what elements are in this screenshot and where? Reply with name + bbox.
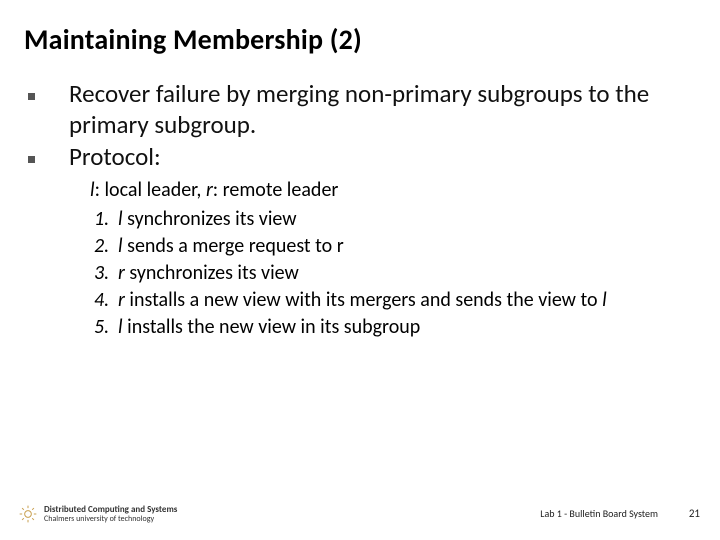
protocol-block: l: local leader, r: remote leader 1. l s…	[90, 177, 692, 341]
step-text: r installs a new view with its mergers a…	[118, 287, 692, 314]
step-text: r synchronizes its view	[118, 260, 692, 287]
logo-text: Distributed Computing and Systems Chalme…	[44, 505, 177, 523]
logo: Distributed Computing and Systems Chalme…	[18, 504, 177, 524]
step-5: 5. l installs the new view in its subgro…	[90, 314, 692, 341]
step-body: installs the new view in its subgroup	[127, 315, 420, 339]
step-prefix: l	[118, 315, 127, 339]
square-bullet-icon	[28, 156, 35, 163]
step-number: 2.	[90, 233, 118, 260]
step-number: 3.	[90, 260, 118, 287]
bullet-text: Recover failure by merging non-primary s…	[69, 79, 692, 140]
step-prefix: r	[118, 261, 129, 285]
step-3: 3. r synchronizes its view	[90, 260, 692, 287]
footer-label: Lab 1 - Bulletin Board System	[540, 507, 658, 520]
step-body: synchronizes its view	[127, 207, 296, 231]
step-prefix: l	[118, 207, 127, 231]
step-body: sends a merge request to r	[127, 234, 344, 258]
step-prefix: l	[118, 234, 127, 258]
step-2: 2. l sends a merge request to r	[90, 233, 692, 260]
step-body: installs a new view with its mergers and…	[129, 288, 602, 312]
slide: Maintaining Membership (2) Recover failu…	[0, 0, 720, 540]
leader-r: r	[206, 178, 213, 202]
bullet-list: Recover failure by merging non-primary s…	[28, 79, 692, 173]
step-prefix: r	[118, 288, 129, 312]
step-text: l synchronizes its view	[118, 206, 692, 233]
footer: Distributed Computing and Systems Chalme…	[0, 500, 720, 528]
square-bullet-icon	[28, 93, 35, 100]
bullet-item-2: Protocol:	[28, 142, 692, 173]
gear-icon	[18, 504, 38, 524]
step-number: 1.	[90, 206, 118, 233]
slide-title: Maintaining Membership (2)	[24, 22, 692, 57]
bullet-text: Protocol:	[69, 142, 161, 173]
page-number: 21	[689, 507, 700, 520]
protocol-steps: 1. l synchronizes its view 2. l sends a …	[90, 206, 692, 341]
step-number: 4.	[90, 287, 118, 314]
bullet-item-1: Recover failure by merging non-primary s…	[28, 79, 692, 140]
leader-r-desc: : remote leader	[213, 178, 339, 202]
step-1: 1. l synchronizes its view	[90, 206, 692, 233]
org-line-2: Chalmers university of technology	[44, 515, 177, 523]
step-text: l installs the new view in its subgroup	[118, 314, 692, 341]
step-text: l sends a merge request to r	[118, 233, 692, 260]
leader-l-desc: : local leader,	[95, 178, 206, 202]
step-body: synchronizes its view	[129, 261, 298, 285]
step-4: 4. r installs a new view with its merger…	[90, 287, 692, 314]
step-number: 5.	[90, 314, 118, 341]
step-tail: l	[602, 288, 607, 312]
leader-definitions: l: local leader, r: remote leader	[90, 177, 692, 204]
